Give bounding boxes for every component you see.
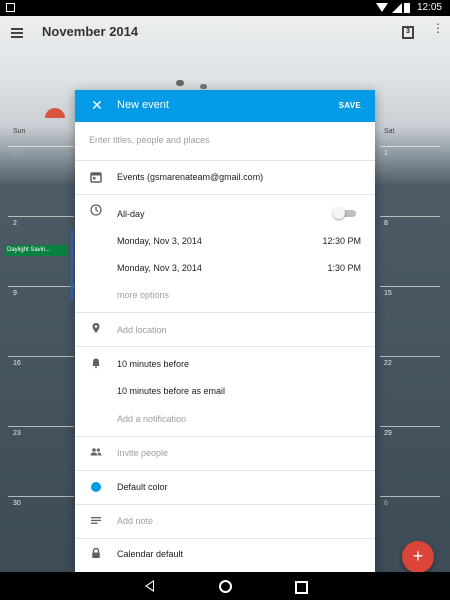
day-cell[interactable]: 15 bbox=[380, 286, 440, 357]
notes-icon bbox=[91, 517, 101, 524]
umbrella-illustration bbox=[45, 108, 65, 118]
status-time: 12:05 bbox=[416, 2, 442, 13]
note-input[interactable]: Add note bbox=[117, 516, 153, 526]
bird-illustration bbox=[200, 84, 207, 89]
image-notification-icon bbox=[6, 3, 15, 12]
day-number: 29 bbox=[384, 430, 392, 437]
all-day-toggle-thumb[interactable] bbox=[333, 207, 345, 219]
day-number: 22 bbox=[384, 360, 392, 367]
end-date[interactable]: Monday, Nov 3, 2014 bbox=[117, 263, 202, 273]
new-event-dialog: ✕ New event SAVE Enter titles, people an… bbox=[75, 90, 375, 572]
day-cell[interactable]: 29 bbox=[380, 426, 440, 497]
day-header-sat: Sat bbox=[384, 128, 395, 135]
divider bbox=[75, 312, 375, 313]
invite-people-input[interactable]: Invite people bbox=[117, 448, 168, 458]
signal-icon bbox=[392, 3, 402, 13]
bell-icon bbox=[92, 358, 100, 369]
start-date[interactable]: Monday, Nov 3, 2014 bbox=[117, 236, 202, 246]
home-icon[interactable] bbox=[219, 580, 232, 593]
people-icon bbox=[90, 448, 102, 456]
day-header-sun: Sun bbox=[13, 128, 26, 135]
navigation-bar bbox=[0, 572, 450, 600]
dialog-header: ✕ New event SAVE bbox=[75, 90, 375, 122]
calendar-icon bbox=[90, 172, 102, 183]
location-input[interactable]: Add location bbox=[117, 325, 167, 335]
divider bbox=[75, 470, 375, 471]
wifi-icon bbox=[376, 3, 388, 12]
divider bbox=[75, 436, 375, 437]
clock-icon bbox=[90, 204, 102, 216]
divider bbox=[75, 504, 375, 505]
divider bbox=[75, 538, 375, 539]
close-icon[interactable]: ✕ bbox=[91, 98, 103, 112]
day-cell[interactable]: 26 bbox=[8, 146, 74, 217]
save-button[interactable]: SAVE bbox=[339, 101, 361, 110]
end-time[interactable]: 1:30 PM bbox=[305, 263, 361, 273]
start-time[interactable]: 12:30 PM bbox=[305, 236, 361, 246]
day-number: 1 bbox=[384, 150, 388, 157]
recent-apps-icon[interactable] bbox=[295, 581, 308, 594]
day-cell[interactable]: 23 bbox=[8, 426, 74, 497]
day-number: 30 bbox=[13, 500, 21, 507]
today-icon[interactable]: 3 bbox=[402, 26, 414, 39]
dialog-title: New event bbox=[117, 99, 169, 111]
day-number: 15 bbox=[384, 290, 392, 297]
more-options-link[interactable]: more options bbox=[117, 290, 169, 300]
add-notification-link[interactable]: Add a notification bbox=[117, 414, 186, 424]
menu-icon[interactable] bbox=[11, 28, 23, 38]
day-cell[interactable]: 16 bbox=[8, 356, 74, 427]
day-number: 23 bbox=[13, 430, 21, 437]
day-number: 26 bbox=[13, 150, 21, 157]
divider bbox=[75, 160, 375, 161]
day-cell[interactable]: 22 bbox=[380, 356, 440, 427]
battery-icon bbox=[404, 3, 410, 13]
day-number: 2 bbox=[13, 220, 17, 227]
back-icon[interactable] bbox=[145, 580, 154, 592]
today-indicator bbox=[71, 230, 73, 300]
status-bar: 12:05 bbox=[0, 0, 450, 16]
day-cell[interactable]: 9 bbox=[8, 286, 74, 357]
color-swatch-icon bbox=[91, 482, 101, 492]
calendar-account-select[interactable]: Events (gsmarenateam@gmail.com) bbox=[117, 172, 263, 182]
event-title-input[interactable]: Enter titles, people and places bbox=[89, 135, 210, 145]
month-title[interactable]: November 2014 bbox=[42, 24, 138, 39]
bird-illustration bbox=[176, 80, 184, 86]
day-cell[interactable]: 30 bbox=[8, 496, 74, 572]
day-cell[interactable]: 8 bbox=[380, 216, 440, 287]
notification-item[interactable]: 10 minutes before as email bbox=[117, 386, 225, 396]
day-number: 16 bbox=[13, 360, 21, 367]
location-pin-icon bbox=[92, 323, 100, 333]
day-cell[interactable]: 1 bbox=[380, 146, 440, 217]
calendar-app-bar: November 2014 3 ⋮ bbox=[0, 16, 450, 52]
add-event-fab[interactable]: + bbox=[402, 541, 434, 572]
divider bbox=[75, 346, 375, 347]
event-color-select[interactable]: Default color bbox=[117, 482, 168, 492]
notification-item[interactable]: 10 minutes before bbox=[117, 359, 189, 369]
more-vert-icon[interactable]: ⋮ bbox=[432, 22, 444, 40]
lock-icon bbox=[92, 547, 100, 558]
event-chip-daylight-saving[interactable]: Daylight Savin... bbox=[5, 245, 68, 256]
divider bbox=[75, 194, 375, 195]
privacy-select[interactable]: Calendar default bbox=[117, 549, 183, 559]
day-number: 6 bbox=[384, 500, 388, 507]
all-day-label: All-day bbox=[117, 209, 145, 219]
day-number: 8 bbox=[384, 220, 388, 227]
day-number: 9 bbox=[13, 290, 17, 297]
